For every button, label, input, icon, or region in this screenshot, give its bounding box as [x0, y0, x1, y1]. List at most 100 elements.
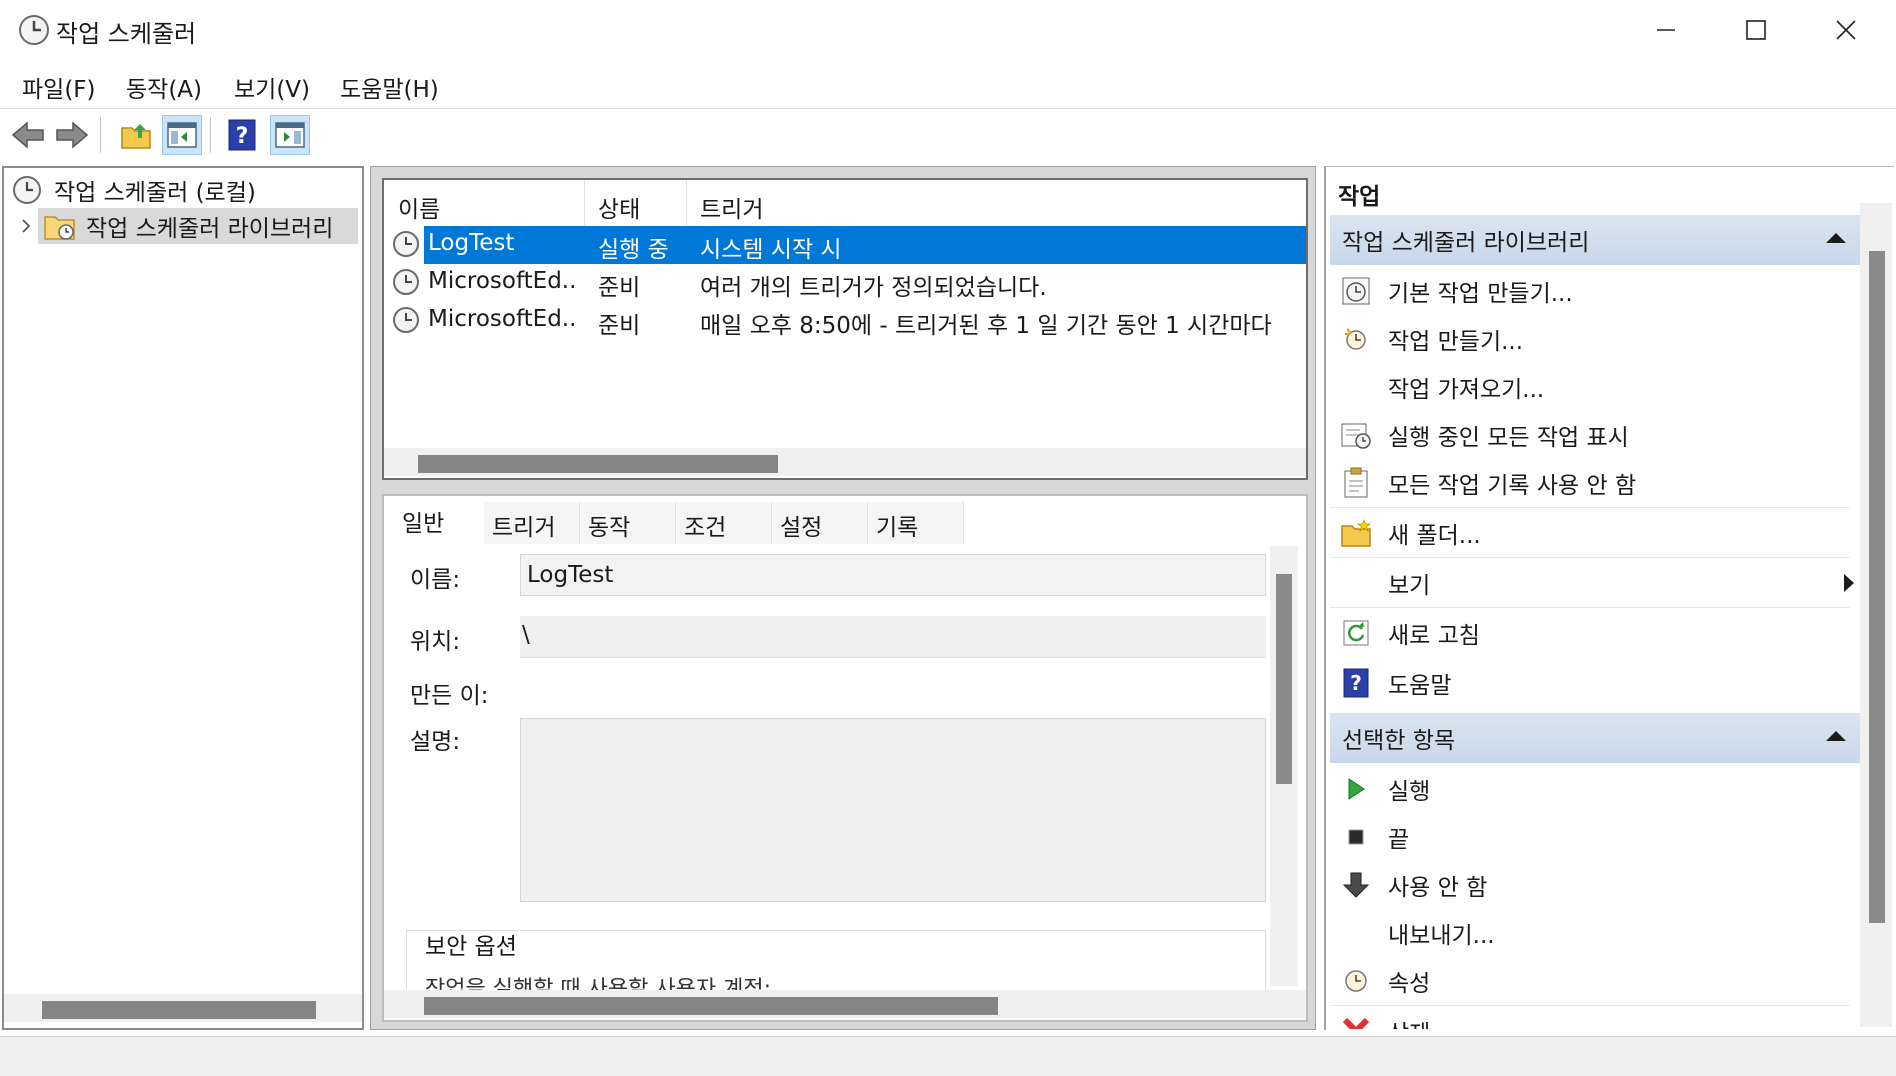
detail-vertical-scrollbar[interactable]	[1270, 546, 1298, 986]
task-name: MicrosoftEd...	[428, 268, 578, 294]
action-label: 작업 가져오기...	[1388, 377, 1545, 403]
delete-x-icon	[1336, 1011, 1376, 1029]
action-label: 끝	[1388, 827, 1410, 853]
table-row[interactable]: LogTest 실행 중 시스템 시작 시	[384, 226, 1306, 264]
task-status: 실행 중	[598, 237, 669, 263]
help-icon[interactable]: ?	[222, 115, 262, 155]
action-view-submenu[interactable]: 보기	[1330, 559, 1860, 607]
tab-settings[interactable]: 설정	[772, 502, 868, 544]
action-end[interactable]: 끝	[1330, 813, 1860, 861]
tab-general[interactable]: 일반	[394, 498, 470, 540]
action-disable-all-history[interactable]: 모든 작업 기록 사용 안 함	[1330, 459, 1860, 507]
task-status: 준비	[598, 275, 641, 301]
tab-actions[interactable]: 동작	[580, 502, 676, 544]
task-clock-icon	[392, 306, 420, 340]
location-value: \	[522, 622, 530, 648]
description-field[interactable]	[520, 718, 1266, 902]
submenu-arrow-icon	[1844, 574, 1854, 592]
action-display-running-tasks[interactable]: 실행 중인 모든 작업 표시	[1330, 411, 1860, 459]
menu-help[interactable]: 도움말(H)	[340, 70, 439, 104]
table-row[interactable]: MicrosoftEd... 준비 여러 개의 트리거가 정의되었습니다.	[384, 264, 1306, 302]
collapse-caret-icon[interactable]	[1826, 731, 1846, 741]
menu-bar: 파일(F) 동작(A) 보기(V) 도움말(H)	[0, 64, 1896, 106]
action-label: 속성	[1388, 971, 1431, 997]
collapse-caret-icon[interactable]	[1826, 233, 1846, 243]
play-icon	[1336, 769, 1376, 809]
action-label: 새로 고침	[1388, 623, 1480, 649]
action-label: 모든 작업 기록 사용 안 함	[1388, 473, 1637, 499]
action-label: 새 폴더...	[1388, 523, 1481, 549]
table-row[interactable]: MicrosoftEd... 준비 매일 오후 8:50에 - 트리거된 후 1…	[384, 302, 1306, 340]
action-export[interactable]: 내보내기...	[1330, 909, 1860, 957]
detail-horizontal-scrollbar[interactable]	[384, 990, 1306, 1018]
task-clock-icon	[392, 268, 420, 302]
action-help[interactable]: ? 도움말	[1330, 659, 1860, 707]
action-label: 도움말	[1388, 673, 1452, 699]
security-account-label: 작업을 실행할 때 사용할 사용자 계정:	[425, 977, 771, 990]
tree-label-library: 작업 스케줄러 라이브러리	[86, 216, 334, 242]
toolbar: ?	[0, 108, 1896, 158]
show-hide-action-pane-icon[interactable]	[270, 115, 310, 155]
tab-history[interactable]: 기록	[868, 502, 964, 544]
up-folder-icon[interactable]	[116, 115, 156, 155]
section-selected-header[interactable]: 선택한 항목	[1330, 713, 1860, 763]
task-list: 이름 상태 트리거 LogTest 실행 중 시스템 시작 시 Microsof…	[382, 178, 1308, 480]
task-trigger: 시스템 시작 시	[700, 237, 842, 263]
section-library-title: 작업 스케줄러 라이브러리	[1342, 230, 1590, 256]
status-bar	[0, 1036, 1896, 1076]
properties-clock-icon	[1336, 961, 1376, 1001]
new-folder-icon	[1336, 513, 1376, 553]
chevron-right-icon[interactable]	[14, 217, 38, 235]
security-options-group: 보안 옵션 작업을 실행할 때 사용할 사용자 계정:	[406, 930, 1266, 990]
tab-conditions[interactable]: 조건	[676, 502, 772, 544]
forward-arrow-icon[interactable]	[52, 115, 92, 155]
actions-vertical-scrollbar[interactable]	[1860, 203, 1892, 1027]
maximize-button[interactable]	[1710, 0, 1802, 60]
column-header-status[interactable]: 상태	[598, 190, 640, 224]
action-label: 삭제	[1388, 1014, 1430, 1029]
action-disable[interactable]: 사용 안 함	[1330, 861, 1860, 909]
menu-file[interactable]: 파일(F)	[22, 70, 96, 104]
action-label: 기본 작업 만들기...	[1388, 281, 1573, 307]
action-create-basic-task[interactable]: 기본 작업 만들기...	[1330, 267, 1860, 315]
task-detail-pane: 일반 트리거 동작 조건 설정 기록 이름: LogTest 위치: \ 만든 …	[382, 494, 1308, 1022]
tree-item-library[interactable]: 작업 스케줄러 라이브러리	[14, 208, 364, 244]
action-label: 보기	[1388, 573, 1431, 599]
detail-tabs: 일반 트리거 동작 조건 설정 기록	[384, 496, 1306, 544]
close-button[interactable]	[1800, 0, 1892, 60]
tab-triggers[interactable]: 트리거	[484, 502, 580, 544]
clock-icon	[18, 14, 50, 46]
action-create-task[interactable]: 작업 만들기...	[1330, 315, 1860, 363]
show-hide-console-tree-icon[interactable]	[162, 115, 202, 155]
menu-action[interactable]: 동작(A)	[126, 70, 202, 104]
location-field[interactable]: \	[520, 616, 1266, 658]
svg-text:?: ?	[1350, 671, 1362, 695]
blank-icon	[1336, 563, 1376, 603]
action-label: 실행 중인 모든 작업 표시	[1388, 425, 1629, 451]
action-properties[interactable]: 속성	[1330, 957, 1860, 1005]
action-label: 실행	[1388, 779, 1431, 805]
disable-arrow-icon	[1336, 865, 1376, 905]
task-list-horizontal-scrollbar[interactable]	[384, 448, 1306, 476]
column-header-trigger[interactable]: 트리거	[700, 190, 763, 224]
task-status: 준비	[598, 313, 641, 339]
action-refresh[interactable]: 새로 고침	[1330, 609, 1860, 657]
action-new-folder[interactable]: 새 폴더...	[1330, 509, 1860, 557]
name-field[interactable]: LogTest	[520, 554, 1266, 596]
minimize-button[interactable]	[1620, 0, 1712, 60]
action-label: 작업 만들기...	[1388, 329, 1524, 355]
tree-item-root[interactable]: 작업 스케줄러 (로컬)	[12, 172, 256, 208]
left-horizontal-scrollbar[interactable]	[4, 994, 362, 1022]
refresh-icon	[1336, 613, 1376, 653]
action-delete[interactable]: 삭제	[1330, 1007, 1860, 1029]
actions-title: 작업	[1338, 184, 1381, 210]
menu-view[interactable]: 보기(V)	[234, 70, 310, 104]
task-name: LogTest	[428, 230, 515, 256]
action-import-task[interactable]: 작업 가져오기...	[1330, 363, 1860, 411]
section-library-header[interactable]: 작업 스케줄러 라이브러리	[1330, 215, 1860, 265]
tree-label-root: 작업 스케줄러 (로컬)	[54, 180, 256, 206]
column-header-name[interactable]: 이름	[398, 190, 440, 224]
back-arrow-icon[interactable]	[8, 115, 48, 155]
author-label: 만든 이:	[410, 683, 489, 709]
action-run[interactable]: 실행	[1330, 765, 1860, 813]
